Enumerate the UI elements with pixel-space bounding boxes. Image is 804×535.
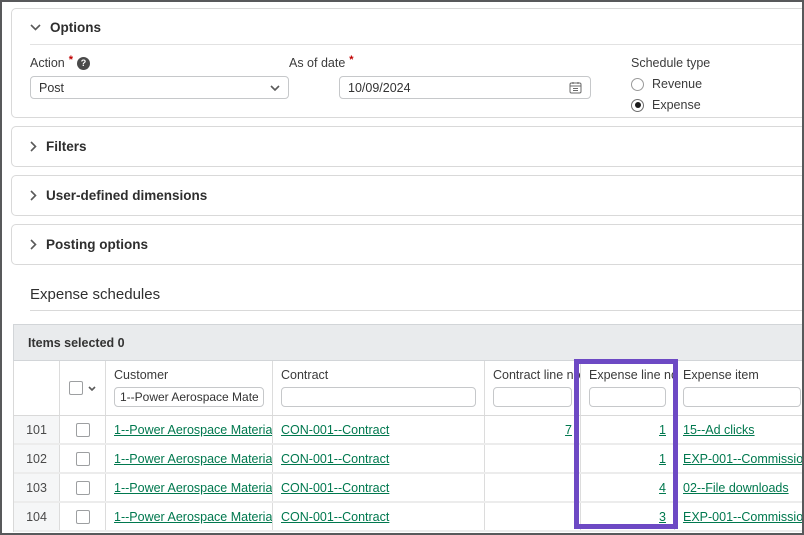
expense-item-filter-input[interactable] — [683, 387, 801, 407]
help-icon[interactable]: ? — [77, 57, 90, 70]
chevron-right-icon — [30, 239, 37, 250]
select-all-header-cell — [60, 361, 106, 415]
chevron-down-icon — [30, 24, 41, 31]
as-of-date-input[interactable]: 10/09/2024 — [339, 76, 591, 99]
expense-line-no-column-header: Expense line no. — [581, 361, 675, 415]
divider — [30, 310, 802, 311]
table-row: 104 1--Power Aerospace Materials CON-001… — [14, 503, 804, 532]
posting-options-title: Posting options — [46, 237, 148, 252]
expense-item-column-label: Expense item — [683, 368, 801, 382]
posting-options-section-header[interactable]: Posting options — [11, 224, 804, 265]
expense-line-no-link[interactable]: 3 — [659, 510, 666, 524]
as-of-date-field: As of date * 10/09/2024 — [289, 56, 591, 112]
schedule-type-field: Schedule type Revenue Expense — [631, 56, 710, 112]
radio-revenue-label: Revenue — [652, 77, 702, 91]
user-defined-dimensions-section-header[interactable]: User-defined dimensions — [11, 175, 804, 216]
radio-expense[interactable] — [631, 99, 644, 112]
contract-line-no-column-label: Contract line no. — [493, 368, 572, 382]
table-row: 101 1--Power Aerospace Materials CON-001… — [14, 416, 804, 445]
items-selected-text: Items selected 0 — [28, 336, 125, 350]
contract-line-no-column-header: Contract line no. — [485, 361, 581, 415]
table-row: 102 1--Power Aerospace Materials CON-001… — [14, 445, 804, 474]
customer-filter-input[interactable] — [114, 387, 264, 407]
customer-link[interactable]: 1--Power Aerospace Materials — [114, 510, 273, 524]
row-checkbox[interactable] — [76, 423, 90, 437]
expense-item-column-header: Expense item — [675, 361, 804, 415]
table-header-row: Customer Contract Contract line no. Expe… — [14, 361, 804, 416]
app-window: Options Action * ? Post As of date * — [0, 0, 804, 535]
action-label: Action — [30, 56, 65, 70]
row-checkbox[interactable] — [76, 481, 90, 495]
contract-link[interactable]: CON-001--Contract — [281, 510, 389, 524]
expense-line-no-column-label: Expense line no. — [589, 368, 666, 382]
select-all-checkbox[interactable] — [69, 381, 83, 395]
user-defined-dimensions-title: User-defined dimensions — [46, 188, 207, 203]
expense-line-no-link[interactable]: 4 — [659, 481, 666, 495]
row-number-header-cell — [14, 361, 60, 415]
expense-item-link[interactable]: 15--Ad clicks — [683, 423, 755, 437]
contract-link[interactable]: CON-001--Contract — [281, 481, 389, 495]
action-field: Action * ? Post — [30, 56, 289, 112]
action-select-value: Post — [39, 81, 64, 95]
radio-revenue[interactable] — [631, 78, 644, 91]
contract-column-label: Contract — [281, 368, 476, 382]
row-number: 103 — [14, 474, 60, 501]
expense-item-link[interactable]: EXP-001--Commissions — [683, 510, 804, 524]
customer-link[interactable]: 1--Power Aerospace Materials — [114, 423, 273, 437]
chevron-right-icon — [30, 190, 37, 201]
action-select[interactable]: Post — [30, 76, 289, 99]
schedule-type-expense-option[interactable]: Expense — [631, 98, 710, 112]
chevron-right-icon — [30, 141, 37, 152]
schedule-type-revenue-option[interactable]: Revenue — [631, 77, 710, 91]
contract-line-no-cell — [485, 445, 581, 472]
as-of-date-value: 10/09/2024 — [348, 81, 411, 95]
expense-schedules-title: Expense schedules — [30, 286, 802, 303]
expense-line-no-link[interactable]: 1 — [659, 452, 666, 466]
row-number: 104 — [14, 503, 60, 530]
customer-column-header: Customer — [106, 361, 273, 415]
calendar-icon[interactable] — [569, 81, 582, 94]
required-asterisk: * — [349, 54, 353, 66]
contract-line-no-cell — [485, 503, 581, 530]
expense-schedules-table: Customer Contract Contract line no. Expe… — [13, 361, 804, 532]
contract-column-header: Contract — [273, 361, 485, 415]
contract-line-no-cell — [485, 474, 581, 501]
options-section-title: Options — [50, 20, 101, 35]
customer-link[interactable]: 1--Power Aerospace Materials — [114, 481, 273, 495]
filters-section-title: Filters — [46, 139, 87, 154]
expense-item-link[interactable]: EXP-001--Commissions — [683, 452, 804, 466]
table-row: 103 1--Power Aerospace Materials CON-001… — [14, 474, 804, 503]
row-number: 102 — [14, 445, 60, 472]
row-number: 101 — [14, 416, 60, 443]
required-asterisk: * — [69, 54, 73, 66]
contract-link[interactable]: CON-001--Contract — [281, 423, 389, 437]
contract-link[interactable]: CON-001--Contract — [281, 452, 389, 466]
contract-line-no-filter-input[interactable] — [493, 387, 572, 407]
expense-line-no-link[interactable]: 1 — [659, 423, 666, 437]
radio-expense-label: Expense — [652, 98, 701, 112]
options-section: Options Action * ? Post As of date * — [11, 8, 804, 118]
expense-line-no-filter-input[interactable] — [589, 387, 666, 407]
as-of-date-label: As of date — [289, 56, 345, 70]
items-selected-bar: Items selected 0 — [13, 324, 804, 361]
customer-link[interactable]: 1--Power Aerospace Materials — [114, 452, 273, 466]
filters-section-header[interactable]: Filters — [11, 126, 804, 167]
schedule-type-label: Schedule type — [631, 56, 710, 70]
chevron-down-icon[interactable] — [88, 386, 96, 391]
row-checkbox[interactable] — [76, 510, 90, 524]
chevron-down-icon — [270, 85, 280, 91]
contract-filter-input[interactable] — [281, 387, 476, 407]
contract-line-no-link[interactable]: 7 — [565, 423, 572, 437]
row-checkbox[interactable] — [76, 452, 90, 466]
customer-column-label: Customer — [114, 368, 264, 382]
options-section-header[interactable]: Options — [12, 9, 804, 35]
expense-item-link[interactable]: 02--File downloads — [683, 481, 789, 495]
